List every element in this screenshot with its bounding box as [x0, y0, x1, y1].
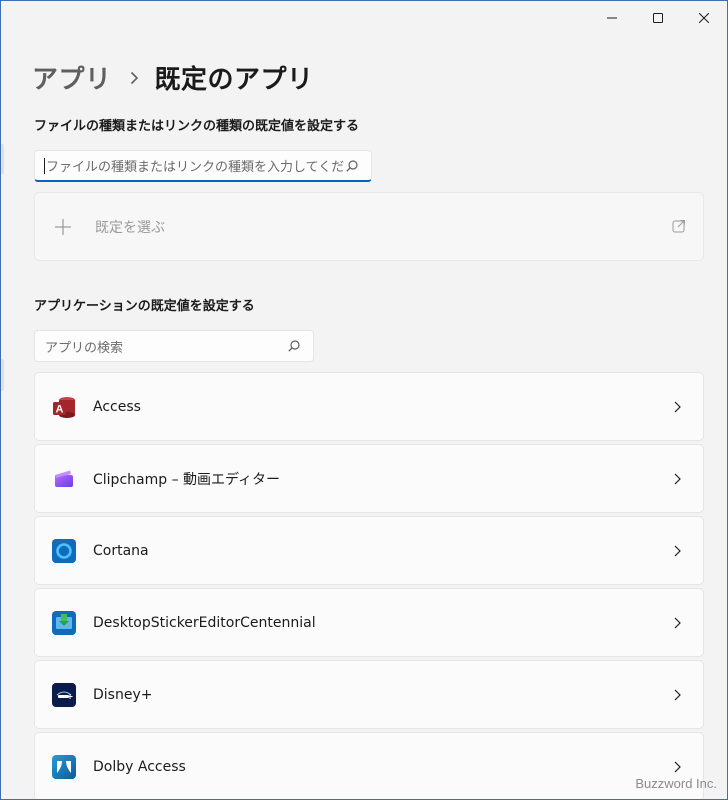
- choose-default-label: 既定を選ぶ: [95, 219, 165, 236]
- app-row-desktop-sticker-editor[interactable]: DesktopStickerEditorCentennial: [34, 588, 704, 657]
- chevron-right-icon: [671, 689, 683, 701]
- disney-plus-icon: [51, 682, 77, 708]
- app-name: Disney+: [93, 686, 153, 703]
- page-title: 既定のアプリ: [154, 65, 314, 95]
- minimize-icon: [607, 17, 617, 19]
- plus-icon: [54, 218, 72, 236]
- watermark: Buzzword Inc.: [635, 776, 717, 791]
- app-search-input[interactable]: アプリの検索: [34, 330, 314, 362]
- cortana-icon: [51, 538, 77, 564]
- chevron-right-icon: [671, 545, 683, 557]
- chevron-right-icon: [671, 761, 683, 773]
- app-name: Access: [93, 398, 141, 415]
- file-type-search-input[interactable]: ファイルの種類またはリンクの種類を入力してください: [34, 150, 372, 182]
- search-icon[interactable]: [287, 339, 301, 353]
- app-row-clipchamp[interactable]: Clipchamp – 動画エディター: [34, 444, 704, 513]
- app-row-disney-plus[interactable]: Disney+: [34, 660, 704, 729]
- search-icon[interactable]: [345, 159, 359, 173]
- open-external-icon: [672, 219, 686, 233]
- chevron-right-icon: [130, 71, 139, 85]
- app-row-dolby-access[interactable]: Dolby Access: [34, 732, 704, 799]
- breadcrumb: アプリ 既定のアプリ: [32, 59, 314, 96]
- access-icon: A: [51, 394, 77, 420]
- app-name: Clipchamp – 動画エディター: [93, 471, 281, 488]
- file-type-search-placeholder: ファイルの種類またはリンクの種類を入力してください: [46, 160, 345, 175]
- app-name: Dolby Access: [93, 758, 186, 775]
- sticker-editor-icon: [51, 610, 77, 636]
- app-row-access[interactable]: A Access: [34, 372, 704, 441]
- choose-default-card[interactable]: 既定を選ぶ: [34, 192, 704, 261]
- maximize-icon: [653, 13, 663, 23]
- app-name: DesktopStickerEditorCentennial: [93, 614, 316, 631]
- title-bar-controls: [589, 1, 727, 35]
- clipchamp-icon: [51, 466, 77, 492]
- minimize-button[interactable]: [589, 1, 635, 35]
- close-button[interactable]: [681, 1, 727, 35]
- nav-pane-edge: [1, 359, 4, 391]
- app-section-title: アプリケーションの既定値を設定する: [34, 299, 255, 314]
- chevron-right-icon: [671, 401, 683, 413]
- svg-text:A: A: [56, 403, 64, 415]
- breadcrumb-parent[interactable]: アプリ: [32, 59, 112, 96]
- close-icon: [699, 13, 709, 23]
- chevron-right-icon: [671, 473, 683, 485]
- nav-pane-edge: [1, 144, 4, 174]
- app-row-cortana[interactable]: Cortana: [34, 516, 704, 585]
- dolby-access-icon: [51, 754, 77, 780]
- maximize-button[interactable]: [635, 1, 681, 35]
- chevron-right-icon: [671, 617, 683, 629]
- file-type-section-title: ファイルの種類またはリンクの種類の既定値を設定する: [34, 119, 360, 134]
- app-name: Cortana: [93, 542, 149, 559]
- app-search-placeholder: アプリの検索: [45, 340, 124, 356]
- settings-window: アプリ 既定のアプリ ファイルの種類またはリンクの種類の既定値を設定する ファイ…: [0, 0, 728, 800]
